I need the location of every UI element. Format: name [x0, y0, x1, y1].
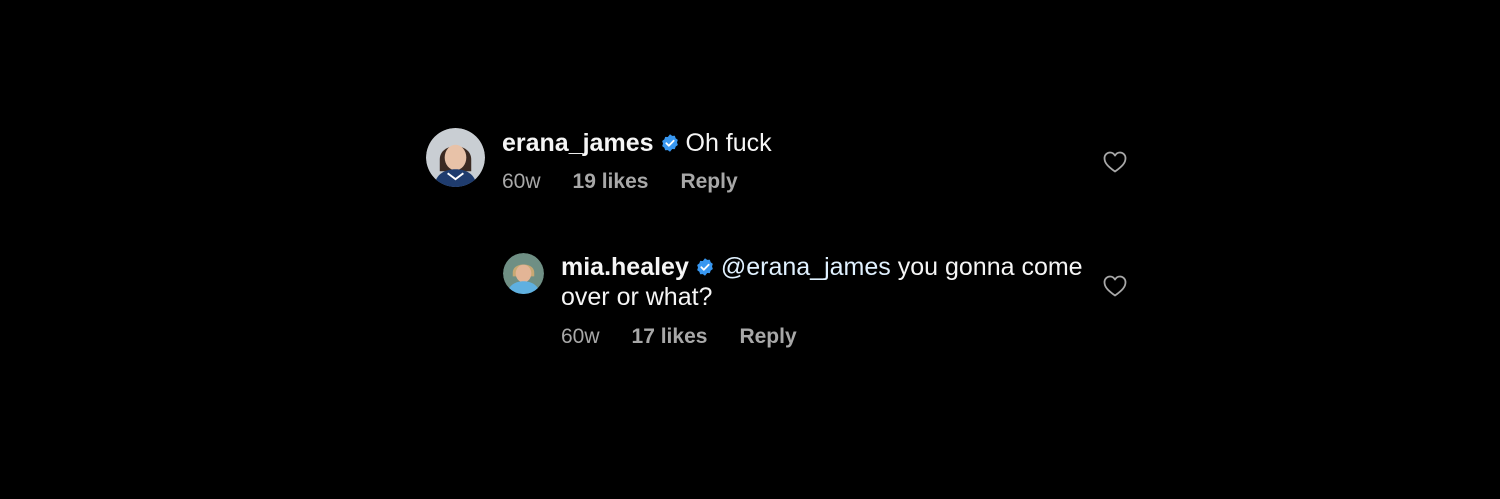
avatar[interactable]: [426, 128, 485, 187]
reply-button[interactable]: Reply: [739, 325, 796, 349]
verified-badge-icon: [660, 133, 680, 153]
mention-link[interactable]: @erana_james: [721, 253, 891, 281]
comment-username[interactable]: mia.healey: [561, 253, 689, 281]
reply-comment: mia.healey @erana_james you gonna come ov…: [503, 252, 1131, 349]
heart-outline-icon[interactable]: [1103, 275, 1127, 297]
comment-timestamp: 60w: [502, 170, 541, 193]
comment-timestamp: 60w: [561, 325, 600, 348]
comment-username[interactable]: erana_james: [502, 129, 654, 157]
comment: erana_james Oh fuck 60w 19 likes Reply: [426, 128, 1131, 194]
avatar-image: [426, 128, 485, 187]
reply-button[interactable]: Reply: [680, 170, 737, 194]
heart-outline-icon[interactable]: [1103, 151, 1127, 173]
comment-likes[interactable]: 19 likes: [573, 170, 649, 194]
avatar-image: [503, 253, 544, 294]
verified-badge-icon: [695, 257, 715, 277]
comment-likes[interactable]: 17 likes: [632, 325, 708, 349]
avatar[interactable]: [503, 253, 544, 294]
comment-text: Oh fuck: [685, 129, 772, 157]
